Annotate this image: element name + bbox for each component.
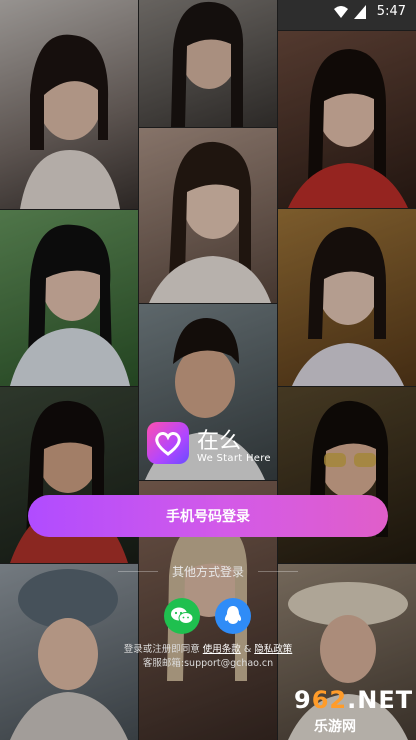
app-logo bbox=[147, 422, 189, 464]
photo-tile bbox=[139, 128, 277, 303]
terms-prefix: 登录或注册即同意 bbox=[123, 644, 200, 655]
photo-tile bbox=[0, 210, 138, 386]
other-login-label: 其他方式登录 bbox=[171, 565, 244, 579]
app-name: 在么 bbox=[197, 429, 242, 454]
qq-login-button[interactable] bbox=[215, 598, 251, 634]
qq-icon bbox=[224, 606, 242, 624]
photo-tile bbox=[278, 31, 416, 208]
battery-icon bbox=[354, 5, 366, 19]
status-bar: 5:47 bbox=[0, 0, 416, 24]
divider bbox=[258, 571, 298, 572]
photo-tile bbox=[0, 0, 138, 209]
terms-text: 登录或注册即同意 使用条款 & 隐私政策 bbox=[0, 641, 416, 655]
app-tagline: We Start Here bbox=[197, 453, 271, 464]
terms-of-use-link[interactable]: 使用条款 bbox=[203, 644, 241, 655]
photo-tile bbox=[278, 209, 416, 386]
wechat-icon bbox=[171, 607, 194, 624]
photo-grid-background bbox=[0, 0, 416, 740]
phone-login-button[interactable]: 手机号码登录 bbox=[28, 495, 388, 537]
phone-login-label: 手机号码登录 bbox=[166, 509, 250, 525]
wechat-login-button[interactable] bbox=[164, 598, 200, 634]
watermark: 962.NET 乐游网 bbox=[284, 686, 412, 736]
wifi-icon bbox=[334, 6, 348, 18]
status-time: 5:47 bbox=[376, 4, 406, 19]
privacy-policy-link[interactable]: 隐私政策 bbox=[254, 644, 292, 655]
terms-amp: & bbox=[240, 644, 255, 655]
watermark-text: 乐游网 bbox=[314, 719, 356, 735]
watermark-logo: 962.NET bbox=[294, 686, 414, 714]
heart-icon bbox=[155, 432, 181, 456]
support-email: 客服邮箱:support@gchao.cn bbox=[142, 658, 274, 669]
